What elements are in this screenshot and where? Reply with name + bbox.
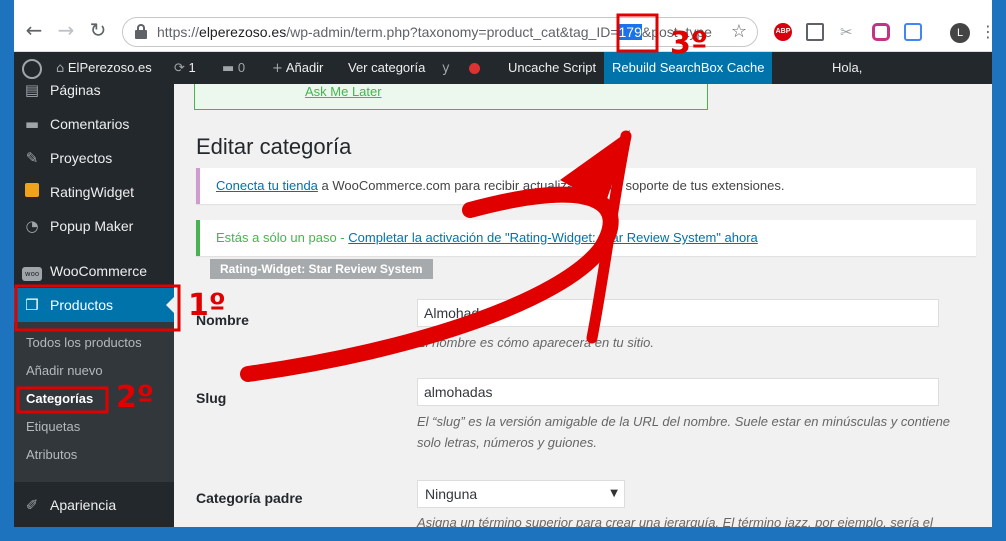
lock-icon [135,24,147,39]
view-category-link[interactable]: Ver categoría [348,52,425,84]
sidebar-item-comentarios[interactable]: ▬ Comentarios [14,107,174,141]
comments-link[interactable]: ▬ 0 [222,52,245,84]
instagram-icon[interactable] [872,23,890,41]
brush-icon: ✐ [25,496,39,514]
extension-icon[interactable] [904,23,922,41]
url-text[interactable]: https://elperezoso.es/wp-admin/term.php?… [157,24,712,40]
sidebar-item-apariencia[interactable]: ✐ Apariencia [14,488,174,522]
plus-icon: + [272,61,283,76]
puzzle-icon[interactable]: ✂ [840,23,858,41]
updates-icon: ⟳ [174,61,185,76]
back-icon[interactable]: ← [22,18,46,42]
rating-icon [22,183,42,201]
page-title: Editar categoría [196,134,352,159]
uncache-script-link[interactable]: Uncache Script [508,52,596,84]
parent-selected-value: Ninguna [425,486,478,502]
add-new-link[interactable]: + Añadir [272,52,323,84]
submenu-atributos[interactable]: Atributos [26,445,77,465]
woocommerce-connect-notice: Conecta tu tienda a WooCommerce.com para… [196,168,976,204]
adblock-icon[interactable]: ABP [774,23,792,41]
slug-label: Slug [196,390,227,406]
reload-icon[interactable]: ↻ [86,18,110,42]
step-1-label: 1º [188,288,226,323]
greeting-link[interactable]: Hola, [832,52,862,84]
pin-icon: ✎ [25,149,39,167]
status-dot-icon [469,52,480,84]
comment-icon: ▬ [222,61,235,76]
name-input[interactable] [417,299,939,327]
review-notice: Ask Me Later [194,84,708,110]
admin-sidebar: ▤ Páginas ▬ Comentarios ✎ Proyectos RatingW… [14,81,174,527]
activation-notice: Estás a sólo un paso - Completar la acti… [196,220,976,256]
complete-activation-link[interactable]: Completar la activación de "Rating-Widge… [348,230,758,245]
parent-description: Asigna un término superior para crear un… [417,515,933,527]
step-3-label: 3º [670,26,708,61]
submenu-todos-productos[interactable]: Todos los productos [26,333,142,353]
url-selected-id[interactable]: 179 [618,24,642,40]
browser-toolbar: ← → ↻ https://elperezoso.es/wp-admin/ter… [14,0,992,52]
main-content: Ask Me Later Editar categoría Conecta tu… [174,84,992,527]
submenu-anadir-nuevo[interactable]: Añadir nuevo [26,361,103,381]
woocommerce-icon: woo [22,262,42,281]
name-description: El nombre es cómo aparecerá en tu sitio. [417,335,655,350]
sidebar-item-woocommerce[interactable]: woo WooCommerce [14,254,174,288]
pages-icon: ▤ [24,81,40,99]
address-bar[interactable]: https://elperezoso.es/wp-admin/term.php?… [122,17,758,47]
comment-icon: ▬ [24,115,40,133]
sidebar-item-ratingwidget[interactable]: RatingWidget [14,175,174,209]
yoast-icon[interactable]: y [442,52,450,84]
popup-icon: ◔ [25,217,39,235]
bookmark-star-icon[interactable]: ☆ [731,21,747,42]
notice-text: a WooCommerce.com para recibir actualiza… [317,178,785,193]
sidebar-item-proyectos[interactable]: ✎ Proyectos [14,141,174,175]
menu-kebab-icon[interactable]: ⋮ [980,23,992,41]
plugin-tag-label: Rating-Widget: Star Review System [210,259,433,279]
notice-lead: Estás a sólo un paso - [216,230,349,245]
connect-store-link[interactable]: Conecta tu tienda [216,178,318,193]
sidebar-item-paginas[interactable]: ▤ Páginas [14,73,174,107]
cast-icon[interactable] [806,23,824,41]
sidebar-item-productos[interactable]: ❒ Productos [14,288,174,322]
step-2-label: 2º [116,380,154,415]
parent-category-select[interactable]: Ninguna ▼ [417,480,625,508]
sidebar-item-popup-maker[interactable]: ◔ Popup Maker [14,209,174,243]
submenu-categorias[interactable]: Categorías [26,389,93,409]
parent-category-label: Categoría padre [196,490,303,506]
chevron-down-icon: ▼ [610,488,618,499]
slug-input[interactable] [417,378,939,406]
forward-icon[interactable]: → [54,18,78,42]
browser-window: ← → ↻ https://elperezoso.es/wp-admin/ter… [14,0,992,527]
ask-later-link[interactable]: Ask Me Later [305,84,382,99]
updates-link[interactable]: ⟳ 1 [174,52,196,84]
profile-avatar[interactable]: L [950,23,970,43]
slug-description: El “slug” es la versión amigable de la U… [417,414,951,450]
submenu-etiquetas[interactable]: Etiquetas [26,417,80,437]
box-icon: ❒ [25,296,39,314]
